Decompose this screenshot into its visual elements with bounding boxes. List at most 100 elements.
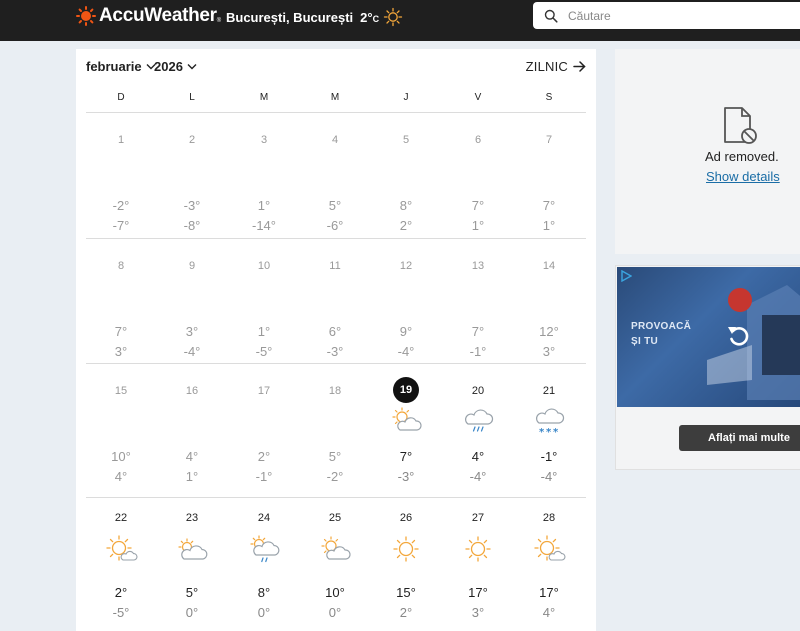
temperature-unit: C: [372, 14, 380, 24]
low-temperature: 3°: [542, 344, 556, 359]
day-number: 7: [545, 134, 553, 146]
ad-choices-icon[interactable]: [620, 270, 632, 282]
high-temperature: 4°: [185, 449, 199, 464]
ad-product-graphic: [707, 285, 800, 400]
day-number: 28: [542, 512, 556, 524]
high-temperature: 2°: [257, 449, 271, 464]
monthly-calendar: februarie 2026 ZILNIC 1 -2° -7° 2 -3° -8° 3 1° -…: [76, 49, 596, 631]
high-temperature: 7°: [471, 198, 485, 213]
row-divider: [86, 497, 586, 498]
low-temperature: 4°: [542, 605, 556, 620]
weekday-header: V: [474, 92, 482, 103]
low-temperature: -3°: [326, 344, 344, 359]
day-number: 9: [188, 260, 196, 272]
search-icon: [544, 9, 558, 23]
row-divider: [86, 112, 586, 113]
low-temperature: -1°: [255, 469, 273, 484]
daily-view-label: ZILNIC: [525, 59, 568, 74]
low-temperature: 3°: [471, 605, 485, 620]
sun-small-cloud-icon: [106, 535, 138, 561]
high-temperature: -1°: [540, 449, 558, 464]
current-location-button[interactable]: București, București 2° C: [226, 7, 403, 27]
high-temperature: 6°: [328, 324, 342, 339]
high-temperature: 1°: [257, 324, 271, 339]
low-temperature: -14°: [252, 218, 276, 233]
search-input[interactable]: [568, 8, 788, 23]
low-temperature: -4°: [183, 344, 201, 359]
current-temperature: 2°: [360, 9, 373, 25]
year-selector[interactable]: 2026: [154, 59, 197, 74]
show-details-link[interactable]: Show details: [706, 169, 780, 184]
low-temperature: -4°: [397, 344, 415, 359]
high-temperature: 10°: [325, 585, 345, 600]
arrow-right-icon: [573, 61, 586, 72]
weekday-header: L: [189, 92, 195, 103]
day-number: 6: [474, 134, 482, 146]
day-number: 23: [185, 512, 199, 524]
svg-text:*: *: [546, 427, 552, 435]
ad-removed-text: Ad removed.: [705, 149, 779, 164]
high-temperature: 7°: [114, 324, 128, 339]
day-number: 18: [328, 385, 342, 397]
partly-sunny-icon: [321, 536, 351, 560]
day-number: 12: [399, 260, 413, 272]
weekday-header: S: [545, 92, 553, 103]
low-temperature: -5°: [112, 605, 130, 620]
search-box[interactable]: [533, 2, 800, 29]
calendar-header: februarie 2026 ZILNIC: [86, 59, 586, 75]
high-temperature: 5°: [328, 449, 342, 464]
mostly-cloudy-icon: [178, 538, 208, 560]
sunny-icon: [393, 536, 419, 562]
day-number: 27: [471, 512, 485, 524]
low-temperature: 0°: [257, 605, 271, 620]
replay-icon[interactable]: [725, 322, 753, 350]
high-temperature: 7°: [471, 324, 485, 339]
row-divider: [86, 238, 586, 239]
ad-slogan-line2: ȘI TU: [631, 336, 659, 347]
accuweather-logo[interactable]: AccuWeather ®: [76, 5, 221, 27]
today-day-number[interactable]: 19: [393, 377, 419, 403]
high-temperature: 17°: [539, 585, 559, 600]
ad-learn-more-button[interactable]: Aflați mai multe: [679, 425, 800, 451]
low-temperature: -7°: [112, 218, 130, 233]
month-selector[interactable]: februarie: [86, 59, 156, 74]
location-name: București, București: [226, 9, 354, 25]
high-temperature: 15°: [396, 585, 416, 600]
low-temperature: -1°: [469, 344, 487, 359]
high-temperature: 8°: [257, 585, 271, 600]
day-number: 24: [257, 512, 271, 524]
snow-cloud-icon: * * *: [536, 408, 565, 435]
daily-view-link[interactable]: ZILNIC: [526, 59, 586, 74]
sun-shower-icon: [250, 535, 280, 563]
high-temperature: -3°: [183, 198, 201, 213]
year-label: 2026: [154, 59, 183, 74]
low-temperature: -3°: [397, 469, 415, 484]
advertisement-image[interactable]: PROVOACĂ ȘI TU: [617, 267, 800, 407]
high-temperature: 10°: [111, 449, 131, 464]
day-number: 3: [260, 134, 268, 146]
low-temperature: -4°: [540, 469, 558, 484]
month-label: februarie: [86, 59, 142, 74]
day-number: 11: [329, 260, 341, 272]
sunny-icon: [383, 7, 403, 27]
ad-slogan: PROVOACĂ ȘI TU: [631, 319, 691, 349]
accuweather-sun-icon: [76, 6, 96, 26]
day-number: 22: [114, 512, 128, 524]
brand-name: AccuWeather: [99, 5, 217, 26]
brand-trademark: ®: [216, 18, 222, 24]
day-number: 13: [471, 260, 485, 272]
weekday-header: D: [117, 92, 125, 103]
high-temperature: 17°: [468, 585, 488, 600]
svg-text:*: *: [553, 427, 559, 435]
chevron-down-icon: [187, 64, 197, 70]
high-temperature: 3°: [185, 324, 199, 339]
low-temperature: -8°: [183, 218, 201, 233]
low-temperature: -2°: [326, 469, 344, 484]
day-number: 4: [331, 134, 339, 146]
low-temperature: -5°: [255, 344, 273, 359]
low-temperature: 1°: [471, 218, 485, 233]
high-temperature: 7°: [542, 198, 556, 213]
svg-text:*: *: [539, 427, 545, 435]
rain-cloud-icon: [465, 409, 494, 432]
low-temperature: 1°: [542, 218, 556, 233]
